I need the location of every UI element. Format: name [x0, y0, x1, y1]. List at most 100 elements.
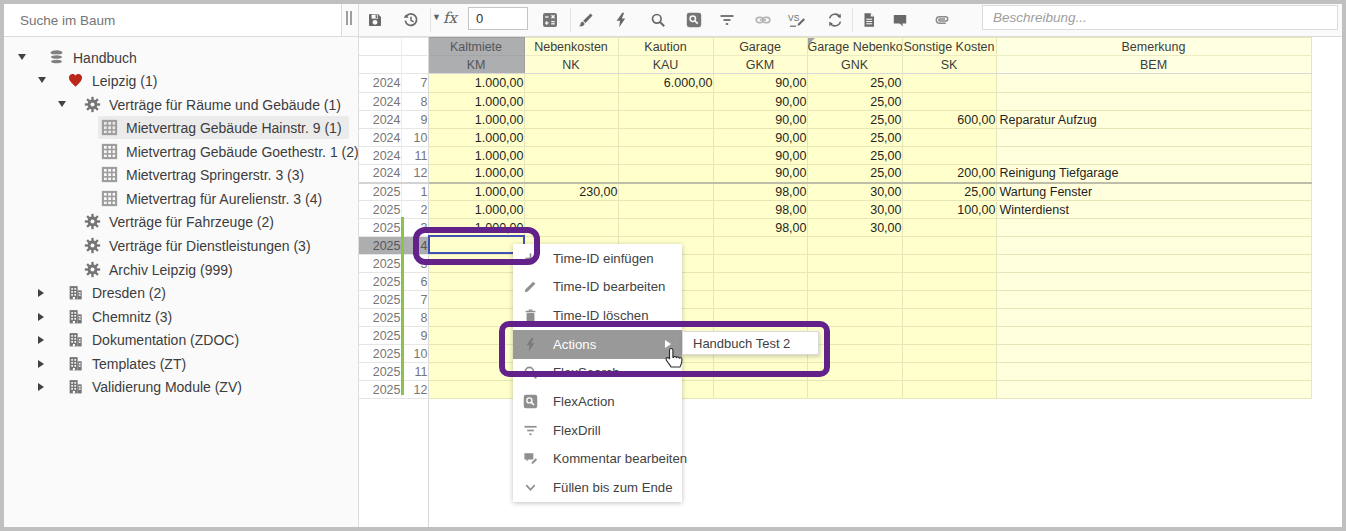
tree-item[interactable]: Mietvertrag für Aurelienstr. 3 (4) — [4, 187, 358, 210]
cell-2025-1-kau[interactable] — [618, 183, 713, 201]
cell-2025-12-gnk[interactable] — [807, 381, 902, 399]
link-button[interactable] — [749, 6, 777, 34]
cell-2024-12-kau[interactable] — [618, 165, 713, 183]
tree-item[interactable]: Templates (ZT) — [4, 352, 358, 375]
row-header-month[interactable]: 11 — [401, 363, 428, 381]
menu-item-kommentar-bearbeiten[interactable]: Kommentar bearbeiten — [513, 445, 682, 474]
cell-2024-10-nk[interactable] — [524, 129, 618, 147]
menu-item-flexdrill[interactable]: FlexDrill — [513, 416, 682, 445]
filter-button[interactable] — [713, 6, 741, 34]
cell-2025-5-gnk[interactable] — [807, 255, 902, 273]
column-header-BEM[interactable]: Bemerkung — [996, 38, 1311, 56]
menu-item-flexaction[interactable]: FlexAction — [513, 387, 682, 416]
column-code-GKM[interactable]: GKM — [713, 56, 807, 74]
row-header-month[interactable]: 1 — [401, 183, 428, 201]
cell-2025-2-nk[interactable] — [524, 201, 618, 219]
cell-2024-7-nk[interactable] — [524, 74, 618, 93]
cell-2025-2-gkm[interactable]: 98,00 — [713, 201, 807, 219]
comment-button[interactable] — [886, 6, 914, 34]
tree-node[interactable]: Mietvertrag Springerstr. 3 (3) — [98, 163, 311, 186]
cell-2024-8-sk[interactable] — [902, 93, 996, 111]
tree-item[interactable]: Handbuch — [4, 46, 358, 69]
row-header-month[interactable]: 10 — [401, 129, 428, 147]
tree-item[interactable]: Validierung Module (ZV) — [4, 375, 358, 398]
cell-2024-9-gnk[interactable]: 25,00 — [807, 111, 902, 129]
tree-node[interactable]: Leipzig (1) — [64, 69, 164, 92]
cell-2024-8-gnk[interactable]: 25,00 — [807, 93, 902, 111]
cell-2024-10-gkm[interactable]: 90,00 — [713, 129, 807, 147]
cell-2024-7-gnk[interactable]: 25,00 — [807, 74, 902, 93]
cell-2025-10-bem[interactable] — [996, 345, 1311, 363]
tree-collapsed-arrow-icon[interactable] — [38, 383, 44, 391]
tree-node[interactable]: Mietvertrag Gebäude Hainstr. 9 (1) — [98, 116, 349, 139]
column-code-KAU[interactable]: KAU — [618, 56, 713, 74]
tree-item[interactable]: Dresden (2) — [4, 281, 358, 304]
row-header-year[interactable]: 2025 — [359, 219, 401, 237]
cell-2025-8-bem[interactable] — [996, 309, 1311, 327]
fx-dropdown[interactable]: ▼fx — [432, 9, 457, 27]
row-header-month[interactable]: 8 — [401, 93, 428, 111]
tree-node[interactable]: Verträge für Fahrzeuge (2) — [81, 210, 281, 233]
column-header-SK[interactable]: Sonstige Kosten — [902, 38, 996, 56]
cell-2024-11-km[interactable]: 1.000,00 — [428, 147, 524, 165]
row-header-year[interactable]: 2025 — [359, 291, 401, 309]
versioning-button[interactable]: VS — [783, 6, 811, 34]
row-header-month[interactable]: 9 — [401, 111, 428, 129]
cell-2025-7-gnk[interactable] — [807, 291, 902, 309]
tree-node[interactable]: Validierung Module (ZV) — [64, 375, 249, 398]
column-code-GNK[interactable]: GNK — [807, 56, 902, 74]
column-header-NK[interactable]: Nebenkosten — [524, 38, 618, 56]
cell-2025-3-gkm[interactable]: 98,00 — [713, 219, 807, 237]
cell-2025-5-gkm[interactable] — [713, 255, 807, 273]
cell-2024-10-kau[interactable] — [618, 129, 713, 147]
cell-2024-10-sk[interactable] — [902, 129, 996, 147]
cell-2025-1-gkm[interactable]: 98,00 — [713, 183, 807, 201]
tree-node[interactable]: Mietvertrag für Aurelienstr. 3 (4) — [98, 187, 329, 210]
cell-2024-9-sk[interactable]: 600,00 — [902, 111, 996, 129]
cell-2024-12-km[interactable]: 1.000,00 — [428, 165, 524, 183]
cell-2024-12-gkm[interactable]: 90,00 — [713, 165, 807, 183]
tree-expanded-arrow-icon[interactable] — [18, 54, 26, 60]
tree-node[interactable]: Chemnitz (3) — [64, 305, 179, 328]
cell-2025-7-gkm[interactable] — [713, 291, 807, 309]
cell-2025-12-bem[interactable] — [996, 381, 1311, 399]
cell-2025-5-bem[interactable] — [996, 255, 1311, 273]
cell-2024-9-nk[interactable] — [524, 111, 618, 129]
cell-2024-11-gkm[interactable]: 90,00 — [713, 147, 807, 165]
tree-expanded-arrow-icon[interactable] — [58, 101, 66, 107]
cell-2025-7-bem[interactable] — [996, 291, 1311, 309]
history-button[interactable] — [397, 6, 425, 34]
tree-expanded-arrow-icon[interactable] — [38, 77, 46, 83]
row-header-month[interactable]: 12 — [401, 381, 428, 399]
column-code-KM[interactable]: KM — [428, 56, 524, 74]
cell-2024-8-kau[interactable] — [618, 93, 713, 111]
cell-2025-3-gnk[interactable]: 30,00 — [807, 219, 902, 237]
cell-2024-9-bem[interactable]: Reparatur Aufzug — [996, 111, 1311, 129]
row-header-month[interactable]: 9 — [401, 327, 428, 345]
cell-2025-1-km[interactable]: 1.000,00 — [428, 183, 524, 201]
row-header-year[interactable]: 2025 — [359, 201, 401, 219]
row-header-year[interactable]: 2025 — [359, 381, 401, 399]
tree-collapsed-arrow-icon[interactable] — [38, 313, 44, 321]
value-input[interactable]: 0 — [468, 7, 528, 30]
cell-2025-1-gnk[interactable]: 30,00 — [807, 183, 902, 201]
cell-2024-10-km[interactable]: 1.000,00 — [428, 129, 524, 147]
cell-2024-10-bem[interactable] — [996, 129, 1311, 147]
cell-2024-7-km[interactable]: 1.000,00 — [428, 74, 524, 93]
cell-2025-1-bem[interactable]: Wartung Fenster — [996, 183, 1311, 201]
cell-2024-8-bem[interactable] — [996, 93, 1311, 111]
cell-2025-6-gkm[interactable] — [713, 273, 807, 291]
row-header-year[interactable]: 2024 — [359, 147, 401, 165]
row-header-year[interactable]: 2025 — [359, 273, 401, 291]
cell-2025-3-kau[interactable] — [618, 219, 713, 237]
cell-2024-12-bem[interactable]: Reinigung Tiefgarage — [996, 165, 1311, 183]
cell-2025-9-bem[interactable] — [996, 327, 1311, 345]
cell-2025-6-bem[interactable] — [996, 273, 1311, 291]
tree-item[interactable]: Mietvertrag Gebäude Goethestr. 1 (2) — [4, 140, 358, 163]
tree-item[interactable]: Leipzig (1) — [4, 69, 358, 92]
cell-2025-6-sk[interactable] — [902, 273, 996, 291]
row-header-year[interactable]: 2024 — [359, 93, 401, 111]
column-code-BEM[interactable]: BEM — [996, 56, 1311, 74]
cell-2025-4-gnk[interactable] — [807, 237, 902, 255]
cell-2025-6-gnk[interactable] — [807, 273, 902, 291]
